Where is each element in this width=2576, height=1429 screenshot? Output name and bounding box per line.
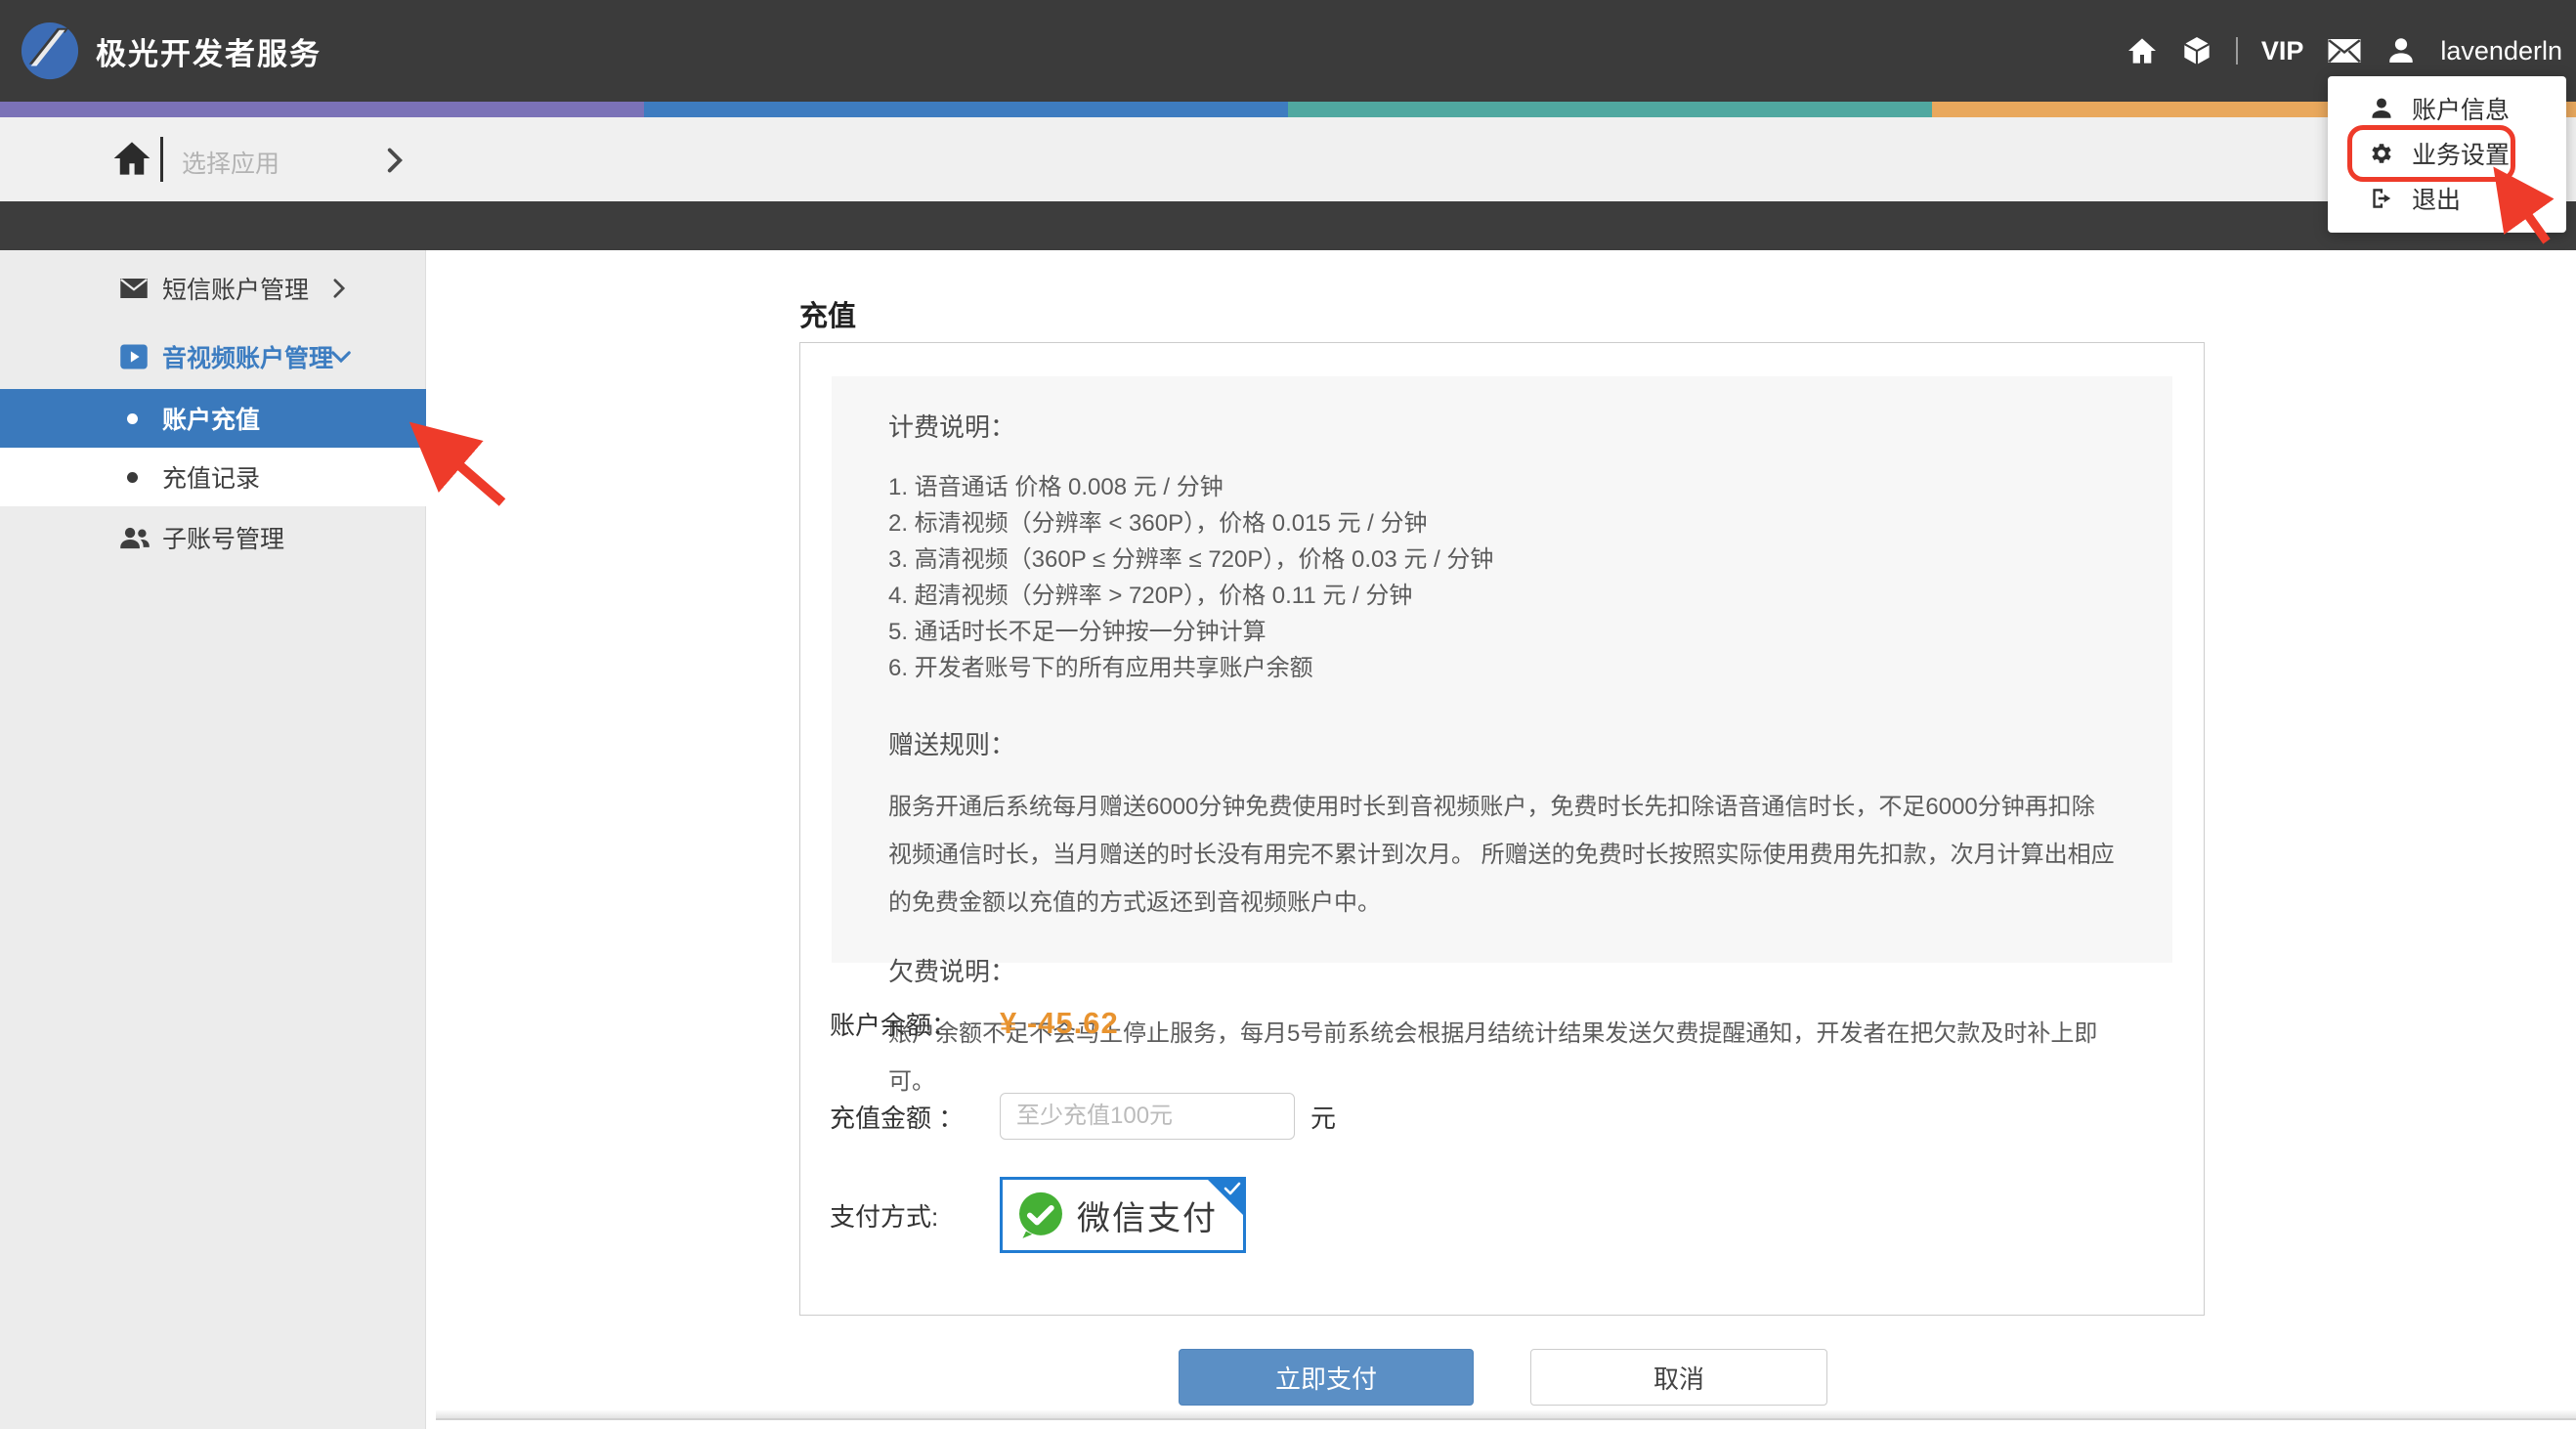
amount-label: 充值金额 ： xyxy=(830,1099,1000,1135)
balance-label: 账户余额： xyxy=(830,1006,1000,1042)
bullet-icon xyxy=(127,472,138,483)
payment-label: 支付方式: xyxy=(830,1197,1000,1234)
amount-unit: 元 xyxy=(1310,1099,1336,1135)
gift-heading: 赠送规则： xyxy=(888,725,2116,761)
amount-row: 充值金额 ： 元 xyxy=(830,1092,1336,1141)
app-select-placeholder[interactable]: 选择应用 xyxy=(182,145,279,180)
billing-heading: 计费说明： xyxy=(888,408,2116,444)
brand[interactable]: 极光开发者服务 xyxy=(20,0,322,102)
billing-item: 2. 标清视频（分辨率 < 360P），价格 0.015 元 / 分钟 xyxy=(888,505,2116,541)
sidebar-item-sms-account[interactable]: 短信账户管理 xyxy=(0,254,426,323)
logout-icon xyxy=(2369,186,2394,211)
payment-row: 支付方式: 微信支付 xyxy=(830,1176,1246,1254)
menu-item-label: 账户信息 xyxy=(2412,91,2510,126)
gear-icon xyxy=(2369,141,2394,166)
sidebar-item-recharge-records[interactable]: 充值记录 xyxy=(0,448,426,506)
secondary-bar xyxy=(0,201,2576,250)
billing-item: 4. 超清视频（分辨率 > 720P），价格 0.11 元 / 分钟 xyxy=(888,578,2116,614)
mail-icon xyxy=(119,277,149,300)
sidebar-item-label: 充值记录 xyxy=(162,459,260,495)
content-bottom-shadow xyxy=(436,1409,2576,1418)
chevron-right-icon xyxy=(330,278,348,299)
gradient-segment-teal xyxy=(1288,102,1932,117)
sidebar-item-label: 账户充值 xyxy=(162,401,260,436)
balance-value: ¥ -45.62 xyxy=(1000,1006,1119,1041)
user-icon[interactable] xyxy=(2385,35,2417,66)
balance-row: 账户余额： ¥ -45.62 xyxy=(830,1000,1119,1047)
app-selector-bar: 选择应用 xyxy=(0,117,2576,201)
bullet-icon xyxy=(127,413,138,424)
chevron-right-icon xyxy=(383,147,407,179)
menu-item-business-settings[interactable]: 业务设置 xyxy=(2328,131,2566,176)
menu-item-label: 业务设置 xyxy=(2412,136,2510,171)
gradient-segment-purple xyxy=(0,102,644,117)
wechat-pay-label: 微信支付 xyxy=(1077,1191,1218,1239)
mail-icon[interactable] xyxy=(2327,36,2362,65)
gradient-segment-blue xyxy=(644,102,1288,117)
sidebar-item-label: 音视频账户管理 xyxy=(162,339,333,374)
wechat-pay-option[interactable]: 微信支付 xyxy=(1000,1177,1246,1253)
sidebar-item-label: 子账号管理 xyxy=(162,520,284,555)
top-header: 极光开发者服务 VIP laven xyxy=(0,0,2576,102)
sidebar-item-account-recharge[interactable]: 账户充值 xyxy=(0,389,426,448)
home-icon[interactable] xyxy=(2126,35,2158,66)
apps-cube-icon[interactable] xyxy=(2181,35,2212,66)
video-icon xyxy=(119,343,149,370)
billing-item: 5. 通话时长不足一分钟按一分钟计算 xyxy=(888,614,2116,650)
recharge-panel: 计费说明： 1. 语音通话 价格 0.008 元 / 分钟 2. 标清视频（分辨… xyxy=(799,342,2205,1316)
sidebar-item-subaccount[interactable]: 子账号管理 xyxy=(0,506,426,569)
billing-info-box: 计费说明： 1. 语音通话 价格 0.008 元 / 分钟 2. 标清视频（分辨… xyxy=(832,376,2172,963)
username[interactable]: lavenderln xyxy=(2440,36,2562,66)
vip-link[interactable]: VIP xyxy=(2261,36,2304,66)
page-root: 极光开发者服务 VIP laven xyxy=(0,0,2576,1429)
menu-item-logout[interactable]: 退出 xyxy=(2328,176,2566,221)
billing-item: 3. 高清视频（360P ≤ 分辨率 ≤ 720P），价格 0.03 元 / 分… xyxy=(888,541,2116,578)
page-title: 充值 xyxy=(799,293,856,334)
billing-item: 6. 开发者账号下的所有应用共享账户余额 xyxy=(888,650,2116,686)
amount-input[interactable] xyxy=(1000,1093,1295,1140)
chevron-down-icon xyxy=(330,348,352,366)
users-icon xyxy=(119,525,150,550)
content-bottom-edge xyxy=(436,1418,2576,1420)
menu-item-account-info[interactable]: 账户信息 xyxy=(2328,86,2566,131)
check-icon xyxy=(1224,1182,1241,1195)
wechat-icon xyxy=(1014,1189,1067,1241)
sidebar: 短信账户管理 音视频账户管理 账户充值 充值记录 xyxy=(0,250,426,1429)
sidebar-item-label: 短信账户管理 xyxy=(162,271,309,306)
aurora-logo-icon xyxy=(20,21,80,81)
billing-list: 1. 语音通话 价格 0.008 元 / 分钟 2. 标清视频（分辨率 < 36… xyxy=(888,469,2116,686)
gift-body: 服务开通后系统每月赠送6000分钟免费使用时长到音视频账户，免费时长先扣除语音通… xyxy=(888,783,2116,927)
sidebar-item-av-account[interactable]: 音视频账户管理 xyxy=(0,323,426,391)
cancel-button[interactable]: 取消 xyxy=(1530,1349,1827,1406)
gradient-bar xyxy=(0,102,2576,117)
arrears-heading: 欠费说明： xyxy=(888,952,2116,988)
divider xyxy=(160,137,163,182)
user-dropdown-menu: 账户信息 业务设置 退出 xyxy=(2328,76,2566,233)
pay-now-button[interactable]: 立即支付 xyxy=(1179,1349,1474,1406)
menu-item-label: 退出 xyxy=(2412,181,2461,216)
billing-item: 1. 语音通话 价格 0.008 元 / 分钟 xyxy=(888,469,2116,505)
user-icon xyxy=(2369,96,2394,121)
brand-name: 极光开发者服务 xyxy=(96,29,322,73)
home-icon[interactable] xyxy=(111,138,152,184)
nav-divider xyxy=(2236,37,2238,65)
